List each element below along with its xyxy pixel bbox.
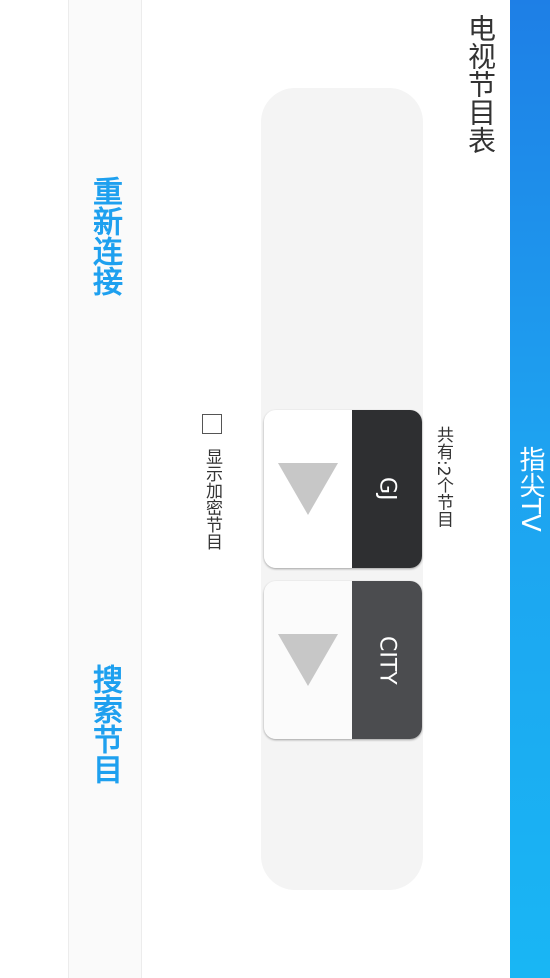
channel-name-box: GJ — [352, 410, 422, 568]
channel-count-text: 共有:2个节目 — [433, 426, 453, 528]
search-channels-button[interactable]: 搜索节目 — [68, 664, 140, 784]
play-icon — [278, 634, 338, 686]
action-bar — [68, 0, 142, 978]
channel-name-box: CITY — [352, 581, 422, 739]
play-button[interactable] — [264, 581, 352, 739]
play-icon — [278, 463, 338, 515]
channel-card-gj[interactable]: GJ — [264, 410, 422, 568]
show-encrypted-checkbox[interactable] — [202, 414, 222, 434]
show-encrypted-label: 显示加密节目 — [202, 448, 222, 550]
reconnect-button[interactable]: 重新连接 — [68, 176, 140, 296]
page-title: 电视节目表 — [464, 14, 497, 154]
show-encrypted-toggle[interactable]: 显示加密节目 — [196, 414, 228, 550]
channel-name: CITY — [374, 635, 400, 685]
app-title: 指尖TV — [515, 446, 545, 532]
channel-card-city[interactable]: CITY — [264, 581, 422, 739]
channel-name: GJ — [374, 477, 400, 501]
play-button[interactable] — [264, 410, 352, 568]
